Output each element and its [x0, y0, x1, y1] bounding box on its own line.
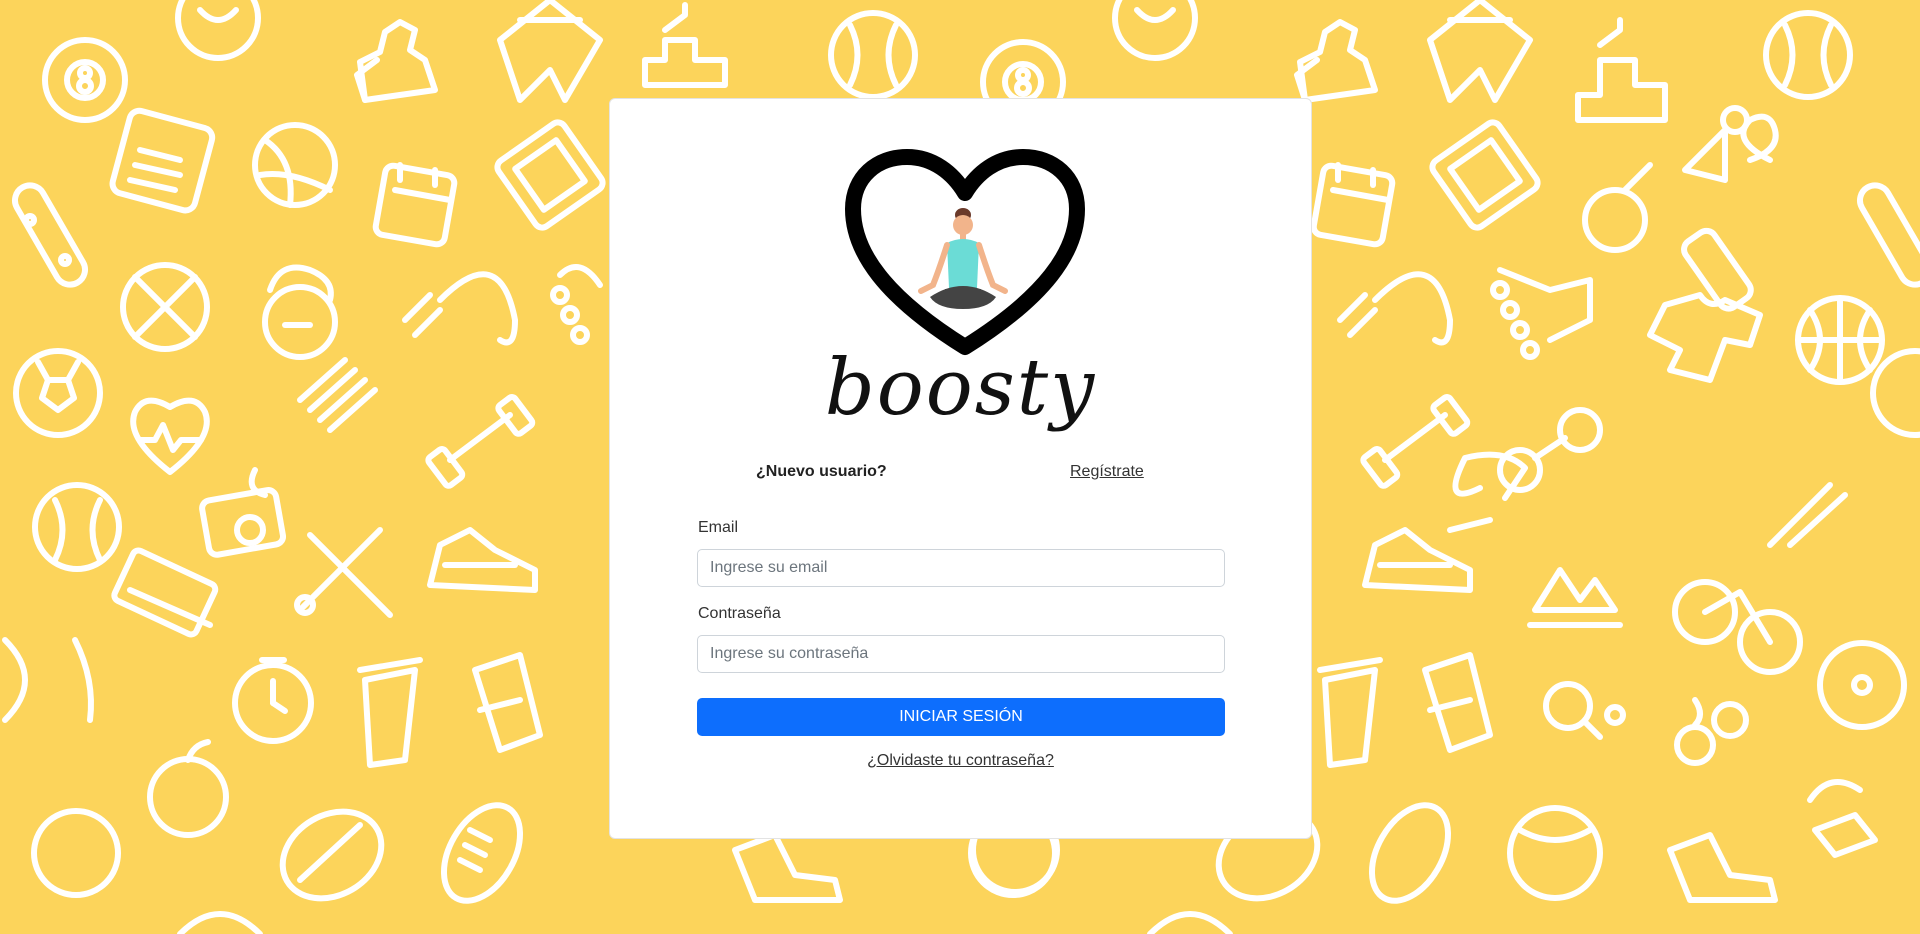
bowl-icon	[177, 911, 1233, 934]
billiard-ball-icon	[42, 37, 128, 123]
dumbbell-icon	[425, 394, 536, 489]
bench-icon	[111, 547, 219, 638]
blender-icon	[1317, 657, 1383, 768]
shorts-icon	[1427, 0, 1533, 103]
baseball-icon	[1763, 10, 1853, 100]
shorts-icon	[497, 0, 603, 103]
chess-piece-icon	[1294, 19, 1378, 103]
apple-icon	[147, 739, 229, 838]
forgot-password-link[interactable]: ¿Olvidaste tu contraseña?	[867, 752, 1054, 769]
tennis-ball-icon	[1507, 805, 1603, 901]
badminton-icon	[1767, 482, 1848, 548]
ice-skate-icon	[1667, 832, 1778, 903]
dumbbell-small-icon	[1740, 113, 1779, 163]
basketball-icon	[1795, 295, 1885, 385]
password-field[interactable]	[697, 635, 1225, 673]
skateboard-icon	[1857, 182, 1920, 288]
email-label: Email	[698, 519, 739, 536]
password-label: Contraseña	[698, 605, 781, 622]
mountain-icon	[1527, 567, 1623, 628]
no-food-icon	[120, 262, 210, 352]
heart-rate-icon	[130, 397, 210, 475]
blender-icon	[472, 652, 543, 753]
camera-icon	[199, 467, 287, 558]
skateboard-icon	[12, 182, 88, 288]
jump-rope-icon	[402, 271, 518, 346]
skate-icon	[1447, 451, 1528, 533]
rugby-ball-icon	[441, 802, 523, 904]
ice-skate-icon	[732, 832, 843, 903]
fencing-icon	[294, 527, 393, 618]
sneaker-icon	[427, 527, 538, 593]
scale-icon	[109, 107, 216, 214]
jump-rope-icon	[1337, 271, 1453, 346]
soccer-ball-icon	[1870, 348, 1920, 438]
tablet-icon	[1429, 119, 1541, 231]
dumbbell-icon	[1360, 394, 1471, 489]
rugby-ball-icon	[279, 808, 385, 902]
tennis-ball-icon	[31, 808, 121, 898]
volleyball-icon	[252, 122, 338, 208]
roller-skate-icon	[550, 264, 603, 345]
calendar-icon	[372, 162, 458, 248]
chess-piece-icon	[354, 19, 438, 103]
stopwatch-icon	[232, 657, 314, 744]
brand-name: boosty	[824, 343, 1097, 433]
bicycle-icon	[1672, 579, 1803, 675]
email-field[interactable]	[697, 549, 1225, 587]
rugby-ball-icon	[1369, 802, 1451, 904]
tennis-ball-icon	[1817, 640, 1907, 730]
whistle-icon	[1582, 162, 1653, 253]
blender-icon	[1422, 652, 1493, 753]
roller-skate-icon	[1490, 267, 1593, 360]
kettlebell-icon	[262, 264, 338, 360]
register-link[interactable]: Regístrate	[1070, 463, 1144, 481]
forgot-password-row: ¿Olvidaste tu contraseña?	[610, 752, 1311, 770]
new-user-prompt: ¿Nuevo usuario?	[756, 463, 887, 480]
shuttlecock-icon	[1682, 105, 1750, 183]
tablet-icon	[494, 119, 606, 231]
arc-icon	[2, 637, 94, 723]
baseball-icon	[828, 10, 918, 100]
baseball-icon	[32, 482, 122, 572]
blender-icon	[357, 657, 423, 768]
ski-poles-icon	[297, 357, 378, 433]
soccer-ball-icon	[13, 348, 103, 438]
podium-icon	[642, 2, 728, 88]
cupcake-icon	[1807, 779, 1878, 858]
register-row: ¿Nuevo usuario? Regístrate	[610, 463, 1311, 485]
heart-yoga-icon	[845, 149, 1085, 355]
sneaker-icon	[1362, 527, 1473, 593]
login-card: boosty ¿Nuevo usuario? Regístrate Email …	[609, 98, 1312, 839]
login-page: boosty ¿Nuevo usuario? Regístrate Email …	[0, 0, 1920, 934]
login-button[interactable]: INICIAR SESIÓN	[697, 698, 1225, 736]
fruit-icon	[1674, 697, 1749, 766]
t-shirt-icon	[1647, 292, 1763, 383]
magnifier-icon	[1543, 681, 1626, 740]
yoga-person-icon	[918, 208, 1008, 309]
calendar-icon	[1310, 162, 1396, 248]
podium-icon	[1575, 17, 1668, 123]
